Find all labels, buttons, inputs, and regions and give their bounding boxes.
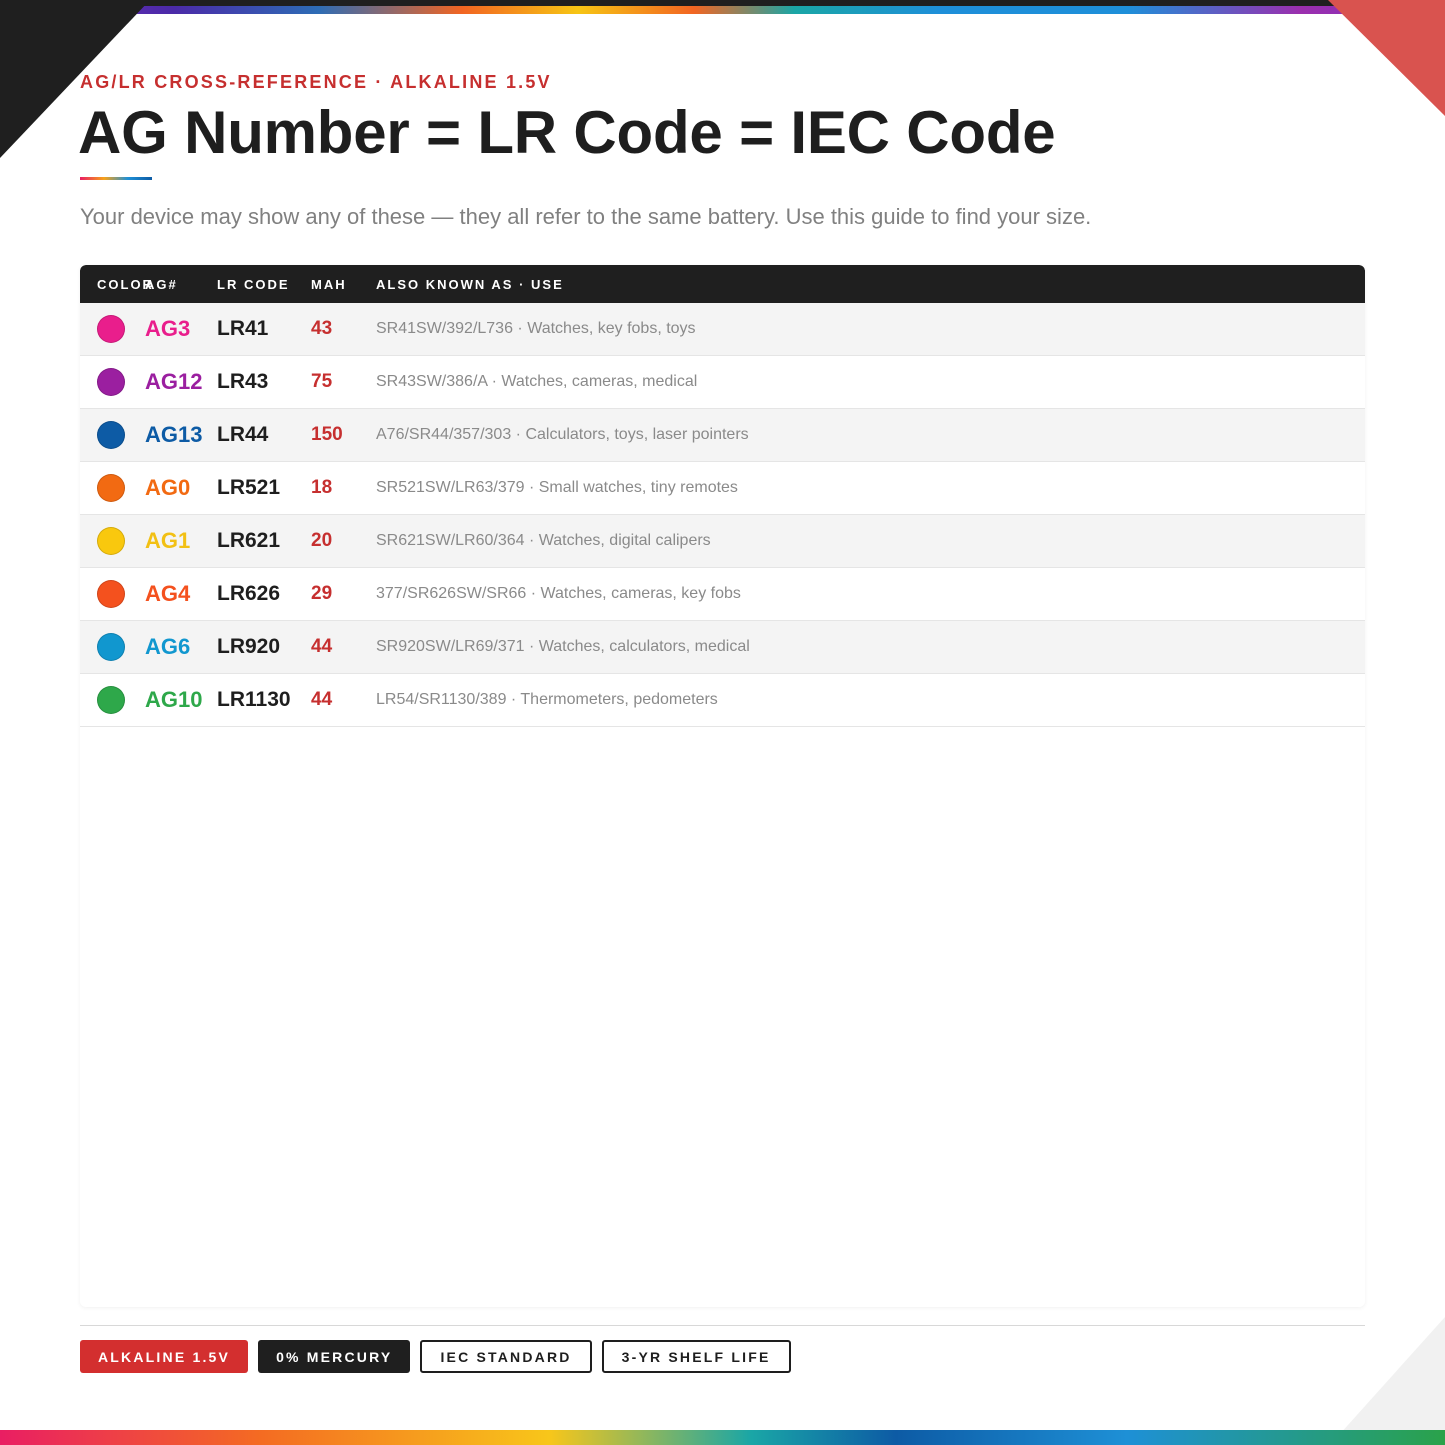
bottom-rainbow-stripe bbox=[0, 1430, 1445, 1445]
also-known-as: SR920SW/LR69/371 · Watches, calculators,… bbox=[376, 638, 750, 655]
lr-code: LR44 bbox=[217, 423, 269, 446]
badge-3-yr-shelf-life: 3-YR SHELF LIFE bbox=[601, 1340, 791, 1373]
table-row: AG10 LR1130 44 LR54/SR1130/389 · Thermomete… bbox=[80, 674, 1365, 727]
lr-code: LR41 bbox=[217, 317, 269, 340]
also-known-as: A76/SR44/357/303 · Calculators, toys, la… bbox=[376, 426, 749, 443]
table-row: AG3 LR41 43 SR41SW/392/L736 · Watches, key … bbox=[80, 303, 1365, 356]
feature-badges: ALKALINE 1.5V 0% MERCURY IEC STANDARD 3-YR … bbox=[80, 1340, 791, 1373]
page-title: AG Number = LR Code = IEC Code bbox=[78, 99, 1056, 166]
ag-number: AG4 bbox=[145, 581, 191, 606]
color-cell bbox=[80, 421, 145, 449]
also-known-as: SR41SW/392/L736 · Watches, key fobs, toy… bbox=[376, 320, 696, 337]
color-swatch bbox=[97, 633, 125, 661]
also-known-as: LR54/SR1130/389 · Thermometers, pedomete… bbox=[376, 691, 718, 708]
badge-0-mercury: 0% MERCURY bbox=[258, 1340, 411, 1373]
color-swatch bbox=[97, 421, 125, 449]
lr-code: LR43 bbox=[217, 370, 269, 393]
ag-number: AG13 bbox=[145, 422, 203, 447]
mah-value: 20 bbox=[311, 530, 333, 551]
table-body: AG3 LR41 43 SR41SW/392/L736 · Watches, key … bbox=[80, 303, 1365, 727]
table-row: AG1 LR621 20 SR621SW/LR60/364 · Watches, di… bbox=[80, 515, 1365, 568]
mah-value: 43 bbox=[311, 318, 333, 339]
corner-decoration-bottom-right bbox=[1330, 1317, 1445, 1445]
mah-value: 29 bbox=[311, 583, 333, 604]
ag-number: AG12 bbox=[145, 369, 203, 394]
eyebrow-label: AG/LR CROSS-REFERENCE · ALKALINE 1.5V bbox=[80, 72, 552, 92]
badge-iec-standard: IEC STANDARD bbox=[420, 1340, 592, 1373]
column-header-ag: AG# bbox=[145, 276, 178, 292]
also-known-as: SR43SW/386/A · Watches, cameras, medical bbox=[376, 373, 698, 390]
mah-value: 18 bbox=[311, 477, 333, 498]
color-swatch bbox=[97, 368, 125, 396]
lr-code: LR626 bbox=[217, 582, 281, 605]
column-header-also-known-as: ALSO KNOWN AS · USE bbox=[376, 276, 564, 292]
table-header: COLOR AG# LR CODE MAH ALSO KNOWN AS · US… bbox=[80, 265, 1365, 303]
color-swatch bbox=[97, 315, 125, 343]
color-cell bbox=[80, 686, 145, 714]
color-cell bbox=[80, 527, 145, 555]
ag-number: AG1 bbox=[145, 528, 191, 553]
color-cell bbox=[80, 315, 145, 343]
also-known-as: 377/SR626SW/SR66 · Watches, cameras, key… bbox=[376, 585, 741, 602]
table-row: AG0 LR521 18 SR521SW/LR63/379 · Small watch… bbox=[80, 462, 1365, 515]
mah-value: 150 bbox=[311, 424, 343, 445]
footer-divider bbox=[80, 1325, 1365, 1326]
page-subtitle: Your device may show any of these — they… bbox=[80, 204, 1092, 229]
column-header-mah: MAH bbox=[311, 276, 347, 292]
lr-code: LR521 bbox=[217, 476, 281, 499]
mah-value: 44 bbox=[311, 636, 333, 657]
badge-alkaline-1-5v: ALKALINE 1.5V bbox=[80, 1340, 249, 1373]
color-swatch bbox=[97, 527, 125, 555]
mah-value: 44 bbox=[311, 689, 333, 710]
column-header-color: COLOR bbox=[97, 276, 154, 292]
color-cell bbox=[80, 368, 145, 396]
color-swatch bbox=[97, 580, 125, 608]
color-cell bbox=[80, 474, 145, 502]
also-known-as: SR621SW/LR60/364 · Watches, digital cali… bbox=[376, 532, 711, 549]
color-cell bbox=[80, 633, 145, 661]
title-underline bbox=[80, 177, 152, 180]
cross-reference-table: COLOR AG# LR CODE MAH ALSO KNOWN AS · US… bbox=[80, 265, 1365, 1307]
ag-number: AG6 bbox=[145, 634, 191, 659]
lr-code: LR920 bbox=[217, 635, 281, 658]
top-rainbow-stripe bbox=[0, 6, 1445, 14]
color-cell bbox=[80, 580, 145, 608]
color-swatch bbox=[97, 686, 125, 714]
table-row: AG4 LR626 29 377/SR626SW/SR66 · Watches, ca… bbox=[80, 568, 1365, 621]
ag-number: AG10 bbox=[145, 687, 203, 712]
mah-value: 75 bbox=[311, 371, 333, 392]
ag-number: AG3 bbox=[145, 316, 191, 341]
table-row: AG12 LR43 75 SR43SW/386/A · Watches, camera… bbox=[80, 356, 1365, 409]
color-swatch bbox=[97, 474, 125, 502]
ag-number: AG0 bbox=[145, 475, 191, 500]
lr-code: LR621 bbox=[217, 529, 281, 552]
also-known-as: SR521SW/LR63/379 · Small watches, tiny r… bbox=[376, 479, 738, 496]
corner-decoration-top-right bbox=[1328, 0, 1445, 116]
lr-code: LR1130 bbox=[217, 688, 291, 711]
column-header-lr-code: LR CODE bbox=[217, 276, 290, 292]
table-row: AG6 LR920 44 SR920SW/LR69/371 · Watches, ca… bbox=[80, 621, 1365, 674]
table-row: AG13 LR44 150 A76/SR44/357/303 · Calculator… bbox=[80, 409, 1365, 462]
